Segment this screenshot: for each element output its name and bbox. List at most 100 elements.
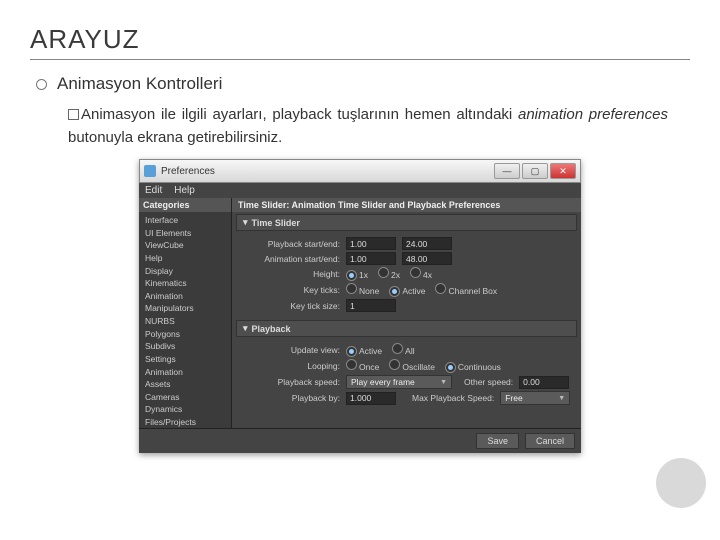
- minimize-button[interactable]: —: [494, 163, 520, 179]
- anim-end-field[interactable]: 48.00: [402, 252, 452, 265]
- main-header: Time Slider: Animation Time Slider and P…: [232, 198, 581, 212]
- height-label: Height:: [238, 269, 340, 279]
- decorative-circle: [656, 458, 706, 508]
- radio-button[interactable]: [346, 359, 357, 370]
- height-row: Height: 1x2x4x: [238, 267, 575, 281]
- sidebar-item[interactable]: UI Elements: [139, 227, 231, 240]
- sidebar-item[interactable]: Settings: [139, 353, 231, 366]
- menubar: Edit Help: [139, 183, 581, 198]
- maxby-value: Free: [505, 393, 522, 403]
- sidebar-item[interactable]: Animation: [139, 366, 231, 379]
- window-title: Preferences: [161, 166, 494, 177]
- sidebar-item[interactable]: Display: [139, 265, 231, 278]
- maximize-button[interactable]: ▢: [522, 163, 548, 179]
- app-icon: [144, 165, 156, 177]
- radio-label: None: [359, 286, 379, 296]
- radio-label: All: [405, 346, 414, 356]
- radio-button[interactable]: [378, 267, 389, 278]
- sidebar-item[interactable]: Dynamics: [139, 403, 231, 416]
- dialog-buttons: Save Cancel: [139, 428, 581, 453]
- speed-value: Play every frame: [351, 377, 415, 387]
- window-titlebar[interactable]: Preferences — ▢ ✕: [139, 159, 581, 183]
- sub-rest: ile ilgili ayarları, playback tuşlarının…: [155, 106, 518, 123]
- menu-edit[interactable]: Edit: [145, 185, 162, 196]
- sidebar-item[interactable]: Manipulators: [139, 302, 231, 315]
- section-playback-title[interactable]: ▾ Playback: [236, 320, 577, 337]
- sub-em: animation preferences: [518, 106, 668, 123]
- radio-label: Channel Box: [448, 286, 497, 296]
- section-label: Playback: [252, 324, 291, 334]
- square-bullet-icon: [68, 109, 79, 120]
- radio-button[interactable]: [346, 346, 357, 357]
- radio-button[interactable]: [435, 283, 446, 294]
- speed-dropdown[interactable]: Play every frame ▼: [346, 375, 452, 389]
- radio-label: Active: [402, 286, 425, 296]
- keyticks-label: Key ticks:: [238, 285, 340, 295]
- playbackby-label: Playback by:: [238, 393, 340, 403]
- slide-title: ARAYUZ: [30, 24, 690, 60]
- keyticksize-field[interactable]: 1: [346, 299, 396, 312]
- sidebar-item[interactable]: Polygons: [139, 328, 231, 341]
- radio-button[interactable]: [389, 286, 400, 297]
- section-playback-body: Update view: Active All Looping: Once Osci…: [232, 339, 581, 411]
- preferences-window: Preferences — ▢ ✕ Edit Help Categories I…: [139, 159, 581, 453]
- radio-label: Oscillate: [402, 362, 435, 372]
- bullet-icon: [36, 79, 47, 90]
- save-button[interactable]: Save: [476, 433, 519, 449]
- sub-bullet: Animasyon ile ilgili ayarları, playback …: [68, 104, 668, 149]
- speed-label: Playback speed:: [238, 377, 340, 387]
- anim-start-field[interactable]: 1.00: [346, 252, 396, 265]
- menu-help[interactable]: Help: [174, 185, 195, 196]
- radio-label: Continuous: [458, 362, 501, 372]
- sidebar-header: Categories: [139, 198, 231, 212]
- radio-button[interactable]: [392, 343, 403, 354]
- sidebar-item[interactable]: Subdivs: [139, 340, 231, 353]
- playback-end-field[interactable]: 24.00: [402, 237, 452, 250]
- sidebar-item[interactable]: Cameras: [139, 391, 231, 404]
- section-time-slider-body: Playback start/end: 1.00 24.00 Animation…: [232, 233, 581, 318]
- radio-button[interactable]: [410, 267, 421, 278]
- sidebar-item[interactable]: Interface: [139, 214, 231, 227]
- sidebar-item[interactable]: Files/Projects: [139, 416, 231, 428]
- sub-pre: Animasyon: [81, 106, 155, 123]
- section-label: Time Slider: [252, 218, 300, 228]
- section-time-slider-title[interactable]: ▾ Time Slider: [236, 214, 577, 231]
- disclosure-icon: ▾: [243, 217, 248, 228]
- sidebar-item[interactable]: NURBS: [139, 315, 231, 328]
- radio-button[interactable]: [346, 283, 357, 294]
- looping-label: Looping:: [238, 361, 340, 371]
- playback-start-field[interactable]: 1.00: [346, 237, 396, 250]
- playbackby-field[interactable]: 1.000: [346, 392, 396, 405]
- close-button[interactable]: ✕: [550, 163, 576, 179]
- categories-sidebar: Categories InterfaceUI ElementsViewCubeH…: [139, 198, 232, 428]
- radio-label: Active: [359, 346, 382, 356]
- maxby-label: Max Playback Speed:: [412, 393, 494, 403]
- main-panel: Time Slider: Animation Time Slider and P…: [232, 198, 581, 428]
- maxby-dropdown[interactable]: Free ▼: [500, 391, 570, 405]
- sidebar-item[interactable]: ViewCube: [139, 239, 231, 252]
- otherspeed-field[interactable]: 0.00: [519, 376, 569, 389]
- sidebar-list[interactable]: InterfaceUI ElementsViewCubeHelpDisplayK…: [139, 212, 231, 428]
- radio-label: Once: [359, 362, 379, 372]
- otherspeed-label: Other speed:: [464, 377, 513, 387]
- bullet-text: Animasyon Kontrolleri: [57, 74, 222, 94]
- radio-button[interactable]: [389, 359, 400, 370]
- updateview-label: Update view:: [238, 345, 340, 355]
- keyticksize-label: Key tick size:: [238, 301, 340, 311]
- bullet-level1: Animasyon Kontrolleri: [36, 74, 690, 94]
- chevron-down-icon: ▼: [558, 395, 565, 402]
- sidebar-item[interactable]: Help: [139, 252, 231, 265]
- disclosure-icon: ▾: [243, 323, 248, 334]
- chevron-down-icon: ▼: [440, 379, 447, 386]
- sidebar-item[interactable]: Animation: [139, 290, 231, 303]
- playback-start-label: Playback start/end:: [238, 239, 340, 249]
- radio-button[interactable]: [445, 362, 456, 373]
- sidebar-item[interactable]: Assets: [139, 378, 231, 391]
- radio-button[interactable]: [346, 270, 357, 281]
- sub-mid: butonuyla ekrana getirebilirsiniz.: [68, 129, 282, 146]
- radio-label: 2x: [391, 270, 400, 280]
- sidebar-item[interactable]: Kinematics: [139, 277, 231, 290]
- keyticks-row: Key ticks: None Active Channel Box: [238, 283, 575, 297]
- radio-label: 1x: [359, 270, 368, 280]
- cancel-button[interactable]: Cancel: [525, 433, 575, 449]
